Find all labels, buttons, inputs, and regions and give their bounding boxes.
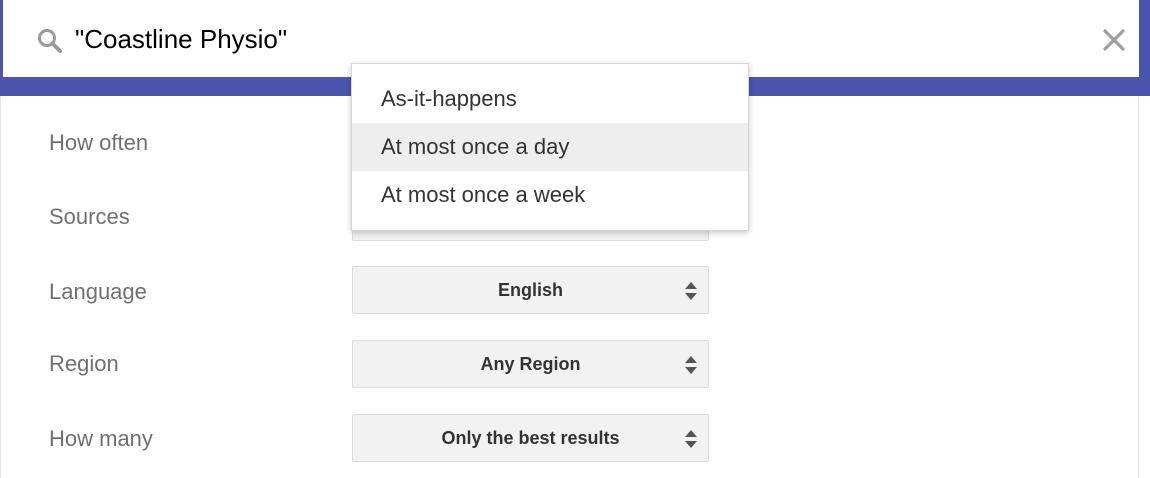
language-value: English [497,279,563,300]
up-down-arrows-icon [685,356,697,374]
up-down-arrows-icon [685,282,697,300]
how-often-label: How often [49,130,149,155]
search-query[interactable]: "Coastline Physio" [75,24,287,55]
region-label: Region [49,351,119,376]
how-many-value: Only the best results [441,427,620,448]
region-select[interactable]: Any Region [352,340,709,388]
dropdown-option-once-a-day[interactable]: At most once a day [352,123,748,171]
dropdown-option-as-it-happens[interactable]: As-it-happens [352,75,748,123]
language-label: Language [49,279,147,304]
how-many-select[interactable]: Only the best results [352,414,709,462]
sources-label: Sources [49,204,130,229]
close-icon[interactable] [1102,28,1126,52]
search-icon [38,29,62,53]
region-value: Any Region [480,353,581,374]
how-often-dropdown: As-it-happens At most once a day At most… [351,63,749,231]
language-select[interactable]: English [352,266,709,314]
up-down-arrows-icon [685,430,697,448]
dropdown-option-once-a-week[interactable]: At most once a week [352,171,748,219]
how-many-label: How many [49,426,153,451]
